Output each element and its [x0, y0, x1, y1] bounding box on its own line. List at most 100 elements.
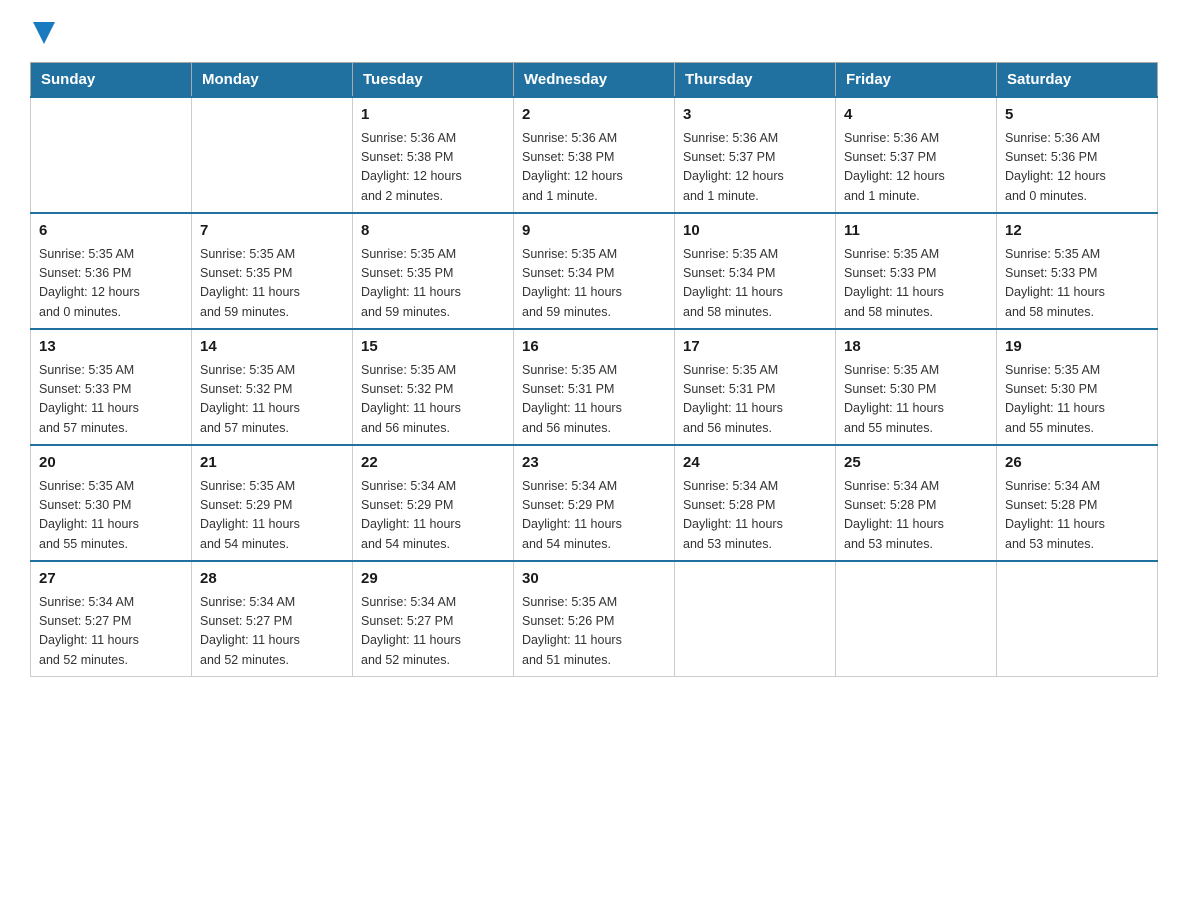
day-number: 3: [683, 104, 827, 127]
day-number: 29: [361, 568, 505, 591]
day-info: Sunrise: 5:35 AM Sunset: 5:31 PM Dayligh…: [522, 361, 666, 439]
weekday-header-row: SundayMondayTuesdayWednesdayThursdayFrid…: [31, 63, 1158, 98]
day-info: Sunrise: 5:36 AM Sunset: 5:36 PM Dayligh…: [1005, 129, 1149, 207]
calendar-cell: 5Sunrise: 5:36 AM Sunset: 5:36 PM Daylig…: [997, 97, 1158, 213]
weekday-header-friday: Friday: [836, 63, 997, 98]
calendar-cell: [192, 97, 353, 213]
week-row-5: 27Sunrise: 5:34 AM Sunset: 5:27 PM Dayli…: [31, 561, 1158, 677]
weekday-header-saturday: Saturday: [997, 63, 1158, 98]
day-number: 18: [844, 336, 988, 359]
weekday-header-sunday: Sunday: [31, 63, 192, 98]
day-info: Sunrise: 5:35 AM Sunset: 5:34 PM Dayligh…: [683, 245, 827, 323]
day-info: Sunrise: 5:35 AM Sunset: 5:29 PM Dayligh…: [200, 477, 344, 555]
calendar-cell: 12Sunrise: 5:35 AM Sunset: 5:33 PM Dayli…: [997, 213, 1158, 329]
day-number: 15: [361, 336, 505, 359]
day-info: Sunrise: 5:35 AM Sunset: 5:35 PM Dayligh…: [361, 245, 505, 323]
day-number: 6: [39, 220, 183, 243]
day-info: Sunrise: 5:34 AM Sunset: 5:29 PM Dayligh…: [361, 477, 505, 555]
day-info: Sunrise: 5:36 AM Sunset: 5:37 PM Dayligh…: [683, 129, 827, 207]
page-header: [30, 20, 1158, 42]
day-info: Sunrise: 5:35 AM Sunset: 5:30 PM Dayligh…: [39, 477, 183, 555]
calendar-cell: 24Sunrise: 5:34 AM Sunset: 5:28 PM Dayli…: [675, 445, 836, 561]
calendar-cell: 9Sunrise: 5:35 AM Sunset: 5:34 PM Daylig…: [514, 213, 675, 329]
day-info: Sunrise: 5:34 AM Sunset: 5:28 PM Dayligh…: [844, 477, 988, 555]
calendar-cell: 2Sunrise: 5:36 AM Sunset: 5:38 PM Daylig…: [514, 97, 675, 213]
day-number: 20: [39, 452, 183, 475]
calendar-cell: 13Sunrise: 5:35 AM Sunset: 5:33 PM Dayli…: [31, 329, 192, 445]
day-info: Sunrise: 5:35 AM Sunset: 5:32 PM Dayligh…: [361, 361, 505, 439]
day-number: 28: [200, 568, 344, 591]
day-number: 27: [39, 568, 183, 591]
calendar-cell: 8Sunrise: 5:35 AM Sunset: 5:35 PM Daylig…: [353, 213, 514, 329]
weekday-header-tuesday: Tuesday: [353, 63, 514, 98]
calendar-cell: 28Sunrise: 5:34 AM Sunset: 5:27 PM Dayli…: [192, 561, 353, 677]
day-number: 30: [522, 568, 666, 591]
calendar-cell: 14Sunrise: 5:35 AM Sunset: 5:32 PM Dayli…: [192, 329, 353, 445]
day-number: 19: [1005, 336, 1149, 359]
logo-triangle-icon: [33, 22, 55, 44]
day-info: Sunrise: 5:34 AM Sunset: 5:27 PM Dayligh…: [39, 593, 183, 671]
day-info: Sunrise: 5:34 AM Sunset: 5:27 PM Dayligh…: [200, 593, 344, 671]
day-info: Sunrise: 5:34 AM Sunset: 5:27 PM Dayligh…: [361, 593, 505, 671]
day-number: 2: [522, 104, 666, 127]
calendar-cell: 18Sunrise: 5:35 AM Sunset: 5:30 PM Dayli…: [836, 329, 997, 445]
day-number: 9: [522, 220, 666, 243]
calendar-cell: 4Sunrise: 5:36 AM Sunset: 5:37 PM Daylig…: [836, 97, 997, 213]
calendar-cell: 23Sunrise: 5:34 AM Sunset: 5:29 PM Dayli…: [514, 445, 675, 561]
logo: [30, 20, 55, 42]
calendar-cell: 1Sunrise: 5:36 AM Sunset: 5:38 PM Daylig…: [353, 97, 514, 213]
day-info: Sunrise: 5:36 AM Sunset: 5:37 PM Dayligh…: [844, 129, 988, 207]
day-info: Sunrise: 5:34 AM Sunset: 5:28 PM Dayligh…: [683, 477, 827, 555]
calendar-cell: 10Sunrise: 5:35 AM Sunset: 5:34 PM Dayli…: [675, 213, 836, 329]
day-number: 17: [683, 336, 827, 359]
calendar-cell: 30Sunrise: 5:35 AM Sunset: 5:26 PM Dayli…: [514, 561, 675, 677]
calendar-cell: 25Sunrise: 5:34 AM Sunset: 5:28 PM Dayli…: [836, 445, 997, 561]
calendar-cell: 7Sunrise: 5:35 AM Sunset: 5:35 PM Daylig…: [192, 213, 353, 329]
week-row-3: 13Sunrise: 5:35 AM Sunset: 5:33 PM Dayli…: [31, 329, 1158, 445]
calendar-cell: 15Sunrise: 5:35 AM Sunset: 5:32 PM Dayli…: [353, 329, 514, 445]
day-info: Sunrise: 5:35 AM Sunset: 5:30 PM Dayligh…: [844, 361, 988, 439]
calendar-cell: [997, 561, 1158, 677]
day-info: Sunrise: 5:35 AM Sunset: 5:31 PM Dayligh…: [683, 361, 827, 439]
day-number: 11: [844, 220, 988, 243]
calendar-cell: 6Sunrise: 5:35 AM Sunset: 5:36 PM Daylig…: [31, 213, 192, 329]
calendar-cell: [836, 561, 997, 677]
day-number: 21: [200, 452, 344, 475]
day-number: 5: [1005, 104, 1149, 127]
day-info: Sunrise: 5:35 AM Sunset: 5:32 PM Dayligh…: [200, 361, 344, 439]
calendar-cell: 11Sunrise: 5:35 AM Sunset: 5:33 PM Dayli…: [836, 213, 997, 329]
day-number: 4: [844, 104, 988, 127]
week-row-4: 20Sunrise: 5:35 AM Sunset: 5:30 PM Dayli…: [31, 445, 1158, 561]
day-number: 10: [683, 220, 827, 243]
day-number: 22: [361, 452, 505, 475]
calendar-cell: 20Sunrise: 5:35 AM Sunset: 5:30 PM Dayli…: [31, 445, 192, 561]
calendar-cell: [675, 561, 836, 677]
day-info: Sunrise: 5:35 AM Sunset: 5:33 PM Dayligh…: [844, 245, 988, 323]
calendar-cell: 16Sunrise: 5:35 AM Sunset: 5:31 PM Dayli…: [514, 329, 675, 445]
day-number: 16: [522, 336, 666, 359]
day-info: Sunrise: 5:34 AM Sunset: 5:29 PM Dayligh…: [522, 477, 666, 555]
day-number: 8: [361, 220, 505, 243]
day-info: Sunrise: 5:35 AM Sunset: 5:26 PM Dayligh…: [522, 593, 666, 671]
day-info: Sunrise: 5:36 AM Sunset: 5:38 PM Dayligh…: [361, 129, 505, 207]
calendar-cell: 21Sunrise: 5:35 AM Sunset: 5:29 PM Dayli…: [192, 445, 353, 561]
day-number: 1: [361, 104, 505, 127]
day-number: 26: [1005, 452, 1149, 475]
calendar-cell: 17Sunrise: 5:35 AM Sunset: 5:31 PM Dayli…: [675, 329, 836, 445]
day-number: 12: [1005, 220, 1149, 243]
calendar-cell: 19Sunrise: 5:35 AM Sunset: 5:30 PM Dayli…: [997, 329, 1158, 445]
day-info: Sunrise: 5:35 AM Sunset: 5:33 PM Dayligh…: [1005, 245, 1149, 323]
calendar-cell: 22Sunrise: 5:34 AM Sunset: 5:29 PM Dayli…: [353, 445, 514, 561]
day-number: 24: [683, 452, 827, 475]
day-number: 14: [200, 336, 344, 359]
week-row-1: 1Sunrise: 5:36 AM Sunset: 5:38 PM Daylig…: [31, 97, 1158, 213]
day-info: Sunrise: 5:35 AM Sunset: 5:36 PM Dayligh…: [39, 245, 183, 323]
day-info: Sunrise: 5:35 AM Sunset: 5:34 PM Dayligh…: [522, 245, 666, 323]
day-info: Sunrise: 5:36 AM Sunset: 5:38 PM Dayligh…: [522, 129, 666, 207]
day-info: Sunrise: 5:35 AM Sunset: 5:35 PM Dayligh…: [200, 245, 344, 323]
calendar-cell: 27Sunrise: 5:34 AM Sunset: 5:27 PM Dayli…: [31, 561, 192, 677]
day-number: 13: [39, 336, 183, 359]
weekday-header-thursday: Thursday: [675, 63, 836, 98]
calendar-cell: 29Sunrise: 5:34 AM Sunset: 5:27 PM Dayli…: [353, 561, 514, 677]
day-info: Sunrise: 5:35 AM Sunset: 5:30 PM Dayligh…: [1005, 361, 1149, 439]
